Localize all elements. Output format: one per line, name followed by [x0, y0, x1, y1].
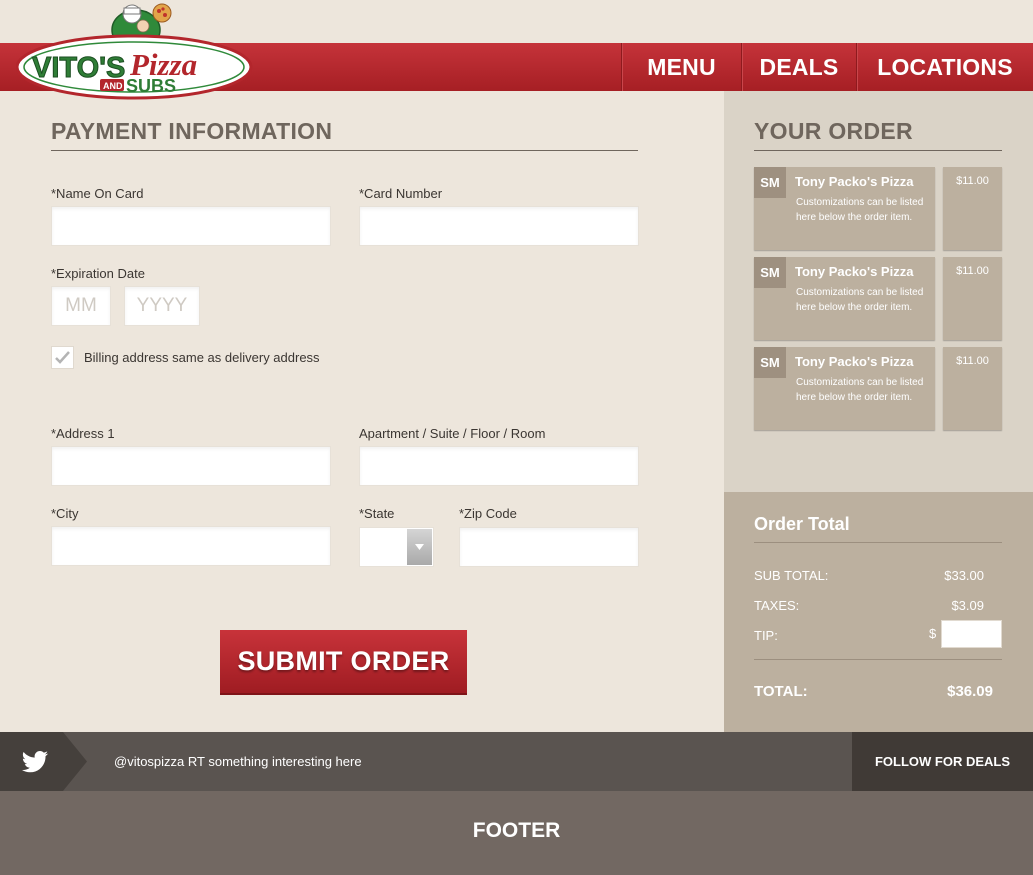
name-on-card-input[interactable]	[51, 206, 331, 246]
name-on-card-label: *Name On Card	[51, 186, 144, 201]
order-title-divider	[754, 150, 1002, 151]
logo-graphic: VITO'S Pizza AND SUBS	[16, 3, 253, 100]
item-name: Tony Packo's Pizza	[795, 264, 914, 279]
item-price-box: $11.00	[943, 167, 1002, 250]
main-nav: MENU DEALS LOCATIONS	[621, 43, 1033, 91]
billing-same-label: Billing address same as delivery address	[84, 350, 320, 365]
twitter-badge[interactable]	[0, 732, 87, 791]
item-customizations: Customizations can be listed here below …	[796, 287, 924, 313]
zip-code-input[interactable]	[459, 527, 639, 567]
state-select[interactable]	[359, 527, 434, 567]
item-name: Tony Packo's Pizza	[795, 174, 914, 189]
item-price: $11.00	[956, 175, 989, 187]
follow-for-deals-button[interactable]: FOLLOW FOR DEALS	[852, 732, 1033, 791]
taxes-value: $3.09	[951, 598, 984, 613]
expiration-year-input[interactable]	[124, 286, 200, 326]
chevron-down-icon	[407, 529, 432, 565]
nav-menu[interactable]: MENU	[621, 43, 741, 91]
total-value: $36.09	[947, 683, 993, 700]
address2-input[interactable]	[359, 446, 639, 486]
card-number-label: *Card Number	[359, 186, 443, 201]
total-label: TOTAL:	[754, 683, 808, 700]
order-total-title: Order Total	[754, 514, 850, 534]
tweet-text[interactable]: @vitospizza RT something interesting her…	[114, 754, 362, 769]
payment-title: PAYMENT INFORMATION	[51, 118, 333, 144]
order-item[interactable]: SM Tony Packo's Pizza Customizations can…	[754, 347, 935, 430]
twitter-bird-icon	[0, 732, 87, 791]
order-title: YOUR ORDER	[754, 118, 913, 144]
expiration-month-input[interactable]	[51, 286, 111, 326]
submit-order-button[interactable]: SUBMIT ORDER	[220, 630, 467, 695]
state-label: *State	[359, 506, 395, 521]
item-price: $11.00	[956, 355, 989, 367]
taxes-label: TAXES:	[754, 598, 800, 613]
tip-input[interactable]	[941, 620, 1002, 648]
billing-same-checkbox[interactable]	[51, 346, 74, 369]
twitter-bar: @vitospizza RT something interesting her…	[0, 732, 1033, 791]
svg-text:AND: AND	[103, 81, 123, 91]
expiration-date-label: *Expiration Date	[51, 266, 145, 281]
vitos-pizza-logo[interactable]: VITO'S Pizza AND SUBS	[16, 0, 256, 105]
city-label: *City	[51, 506, 79, 521]
subtotal-label: SUB TOTAL:	[754, 568, 829, 583]
item-size-badge: SM	[754, 167, 786, 198]
total-divider	[754, 659, 1002, 660]
footer-text: FOOTER	[472, 819, 561, 842]
item-price: $11.00	[956, 265, 989, 277]
svg-text:SUBS: SUBS	[126, 76, 176, 96]
tip-currency-symbol: $	[929, 626, 937, 641]
order-item[interactable]: SM Tony Packo's Pizza Customizations can…	[754, 167, 935, 250]
item-customizations: Customizations can be listed here below …	[796, 377, 924, 403]
tip-label: TIP:	[754, 628, 778, 643]
site-footer: FOOTER	[0, 791, 1033, 875]
item-size-badge: SM	[754, 257, 786, 288]
item-price-box: $11.00	[943, 257, 1002, 340]
item-price-box: $11.00	[943, 347, 1002, 430]
item-name: Tony Packo's Pizza	[795, 354, 914, 369]
order-total-divider	[754, 542, 1002, 543]
item-customizations: Customizations can be listed here below …	[796, 197, 924, 223]
card-number-input[interactable]	[359, 206, 639, 246]
city-input[interactable]	[51, 526, 331, 566]
address2-label: Apartment / Suite / Floor / Room	[359, 426, 546, 441]
payment-title-divider	[51, 150, 638, 151]
address1-input[interactable]	[51, 446, 331, 486]
nav-deals[interactable]: DEALS	[741, 43, 856, 91]
subtotal-value: $33.00	[944, 568, 984, 583]
address1-label: *Address 1	[51, 426, 115, 441]
nav-locations[interactable]: LOCATIONS	[856, 43, 1033, 91]
item-size-badge: SM	[754, 347, 786, 378]
zip-code-label: *Zip Code	[459, 506, 517, 521]
order-item[interactable]: SM Tony Packo's Pizza Customizations can…	[754, 257, 935, 340]
checkmark-icon	[55, 351, 70, 364]
